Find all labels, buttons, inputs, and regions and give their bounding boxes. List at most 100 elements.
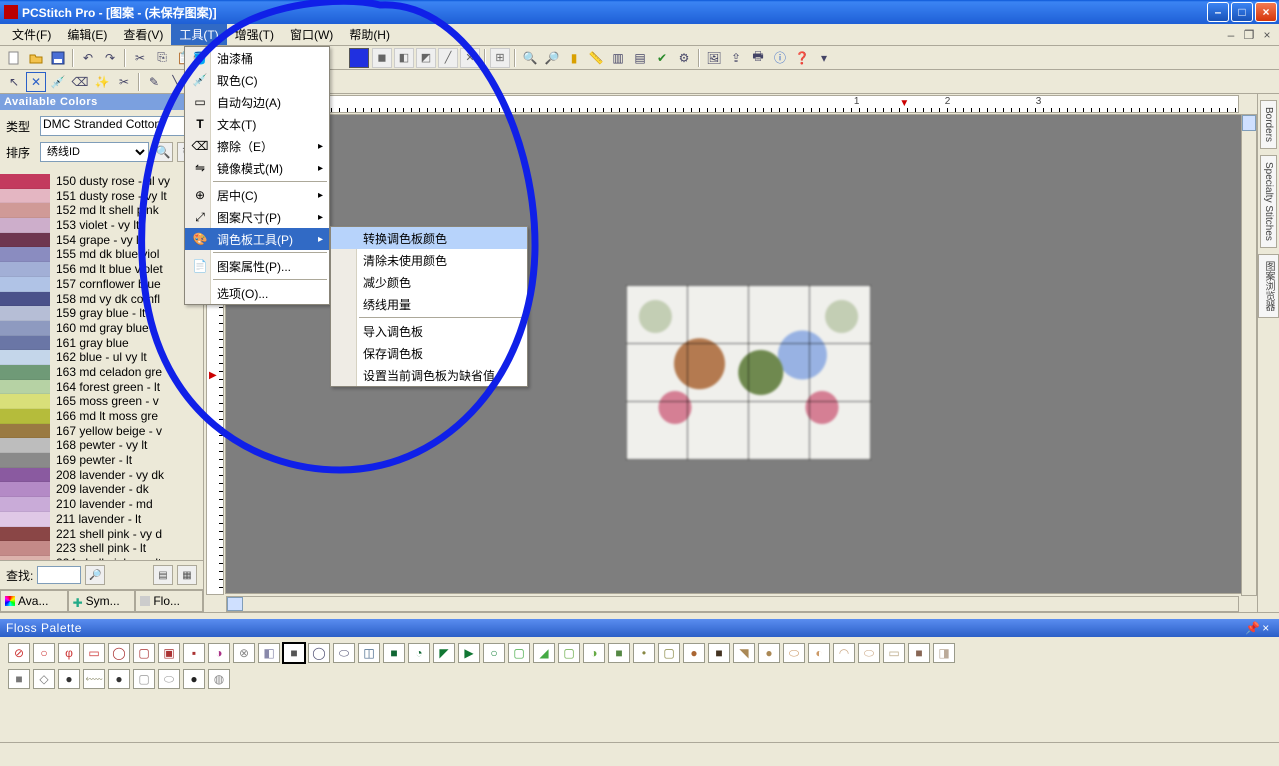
color-list-row[interactable]: 154 grape - vy lt xyxy=(50,233,203,248)
floss-cell[interactable]: ◫ xyxy=(358,643,380,663)
color-swatch[interactable] xyxy=(0,497,50,512)
floss-cell[interactable]: ◤ xyxy=(433,643,455,663)
floss-cell[interactable]: ▢ xyxy=(558,643,580,663)
menu-pick-color[interactable]: 💉取色(C) xyxy=(185,69,329,91)
color-list-row[interactable]: 152 md lt shell pink xyxy=(50,203,203,218)
floss-cell[interactable]: ⊘ xyxy=(8,643,30,663)
tab-available[interactable]: Ava... xyxy=(0,590,68,612)
menu-palette-tools[interactable]: 🎨调色板工具(P)▸ xyxy=(185,228,329,250)
rtab-specialty[interactable]: Specialty Stitches xyxy=(1260,155,1277,248)
menu-options[interactable]: 选项(O)... xyxy=(185,282,329,304)
floss-cell[interactable]: ◧ xyxy=(258,643,280,663)
stitch-back-icon[interactable]: ╱ xyxy=(438,48,458,68)
floss-cell[interactable]: ▶ xyxy=(458,643,480,663)
draw-tool[interactable]: ✕ xyxy=(26,72,46,92)
floss-cell[interactable]: ⬳ xyxy=(83,669,105,689)
magic-wand-tool[interactable]: ✨ xyxy=(92,72,112,92)
submenu-clear[interactable]: 清除未使用颜色 xyxy=(331,249,527,271)
eyedropper-tool[interactable]: 💉 xyxy=(48,72,68,92)
floss-cell[interactable]: ● xyxy=(58,669,80,689)
color-list-row[interactable]: 159 gray blue - lt xyxy=(50,306,203,321)
color-swatch[interactable] xyxy=(0,468,50,483)
floss-cell[interactable]: ▢ xyxy=(133,643,155,663)
color-swatch[interactable] xyxy=(0,247,50,262)
submenu-default[interactable]: 设置当前调色板为缺省值 xyxy=(331,364,527,386)
tab-floss[interactable]: Flo... xyxy=(135,590,203,612)
color-list-row[interactable]: 208 lavender - vy dk xyxy=(50,468,203,483)
mdi-minimize[interactable]: – xyxy=(1223,28,1239,42)
floss-cell[interactable]: ◠ xyxy=(833,643,855,663)
pencil-tool[interactable]: ✎ xyxy=(144,72,164,92)
color-swatch[interactable] xyxy=(0,174,50,189)
mdi-restore[interactable]: ❐ xyxy=(1241,28,1257,42)
submenu-usage[interactable]: 绣线用量 xyxy=(331,293,527,315)
floss-cell[interactable]: ⬭ xyxy=(333,643,355,663)
floss-cell[interactable]: ▢ xyxy=(658,643,680,663)
tool-a-button[interactable]: ⚙ xyxy=(674,48,694,68)
menu-text[interactable]: T文本(T) xyxy=(185,113,329,135)
floss-cell[interactable]: ■ xyxy=(383,643,405,663)
open-button[interactable] xyxy=(26,48,46,68)
stitch-half-icon[interactable]: ◧ xyxy=(394,48,414,68)
floss-cell[interactable]: ▢ xyxy=(508,643,530,663)
floss-cell[interactable]: ● xyxy=(683,643,705,663)
floss-cell[interactable]: ◥ xyxy=(733,643,755,663)
zoom-in-button[interactable]: 🔍 xyxy=(520,48,540,68)
floss-close-icon[interactable]: × xyxy=(1259,621,1273,635)
floss-cell[interactable]: ◯ xyxy=(108,643,130,663)
menu-mirror[interactable]: ⇋镜像模式(M)▸ xyxy=(185,157,329,179)
floss-cell[interactable]: φ xyxy=(58,643,80,663)
info-button[interactable]: ⓘ xyxy=(770,48,790,68)
floss-cell[interactable]: ■ xyxy=(608,643,630,663)
color-swatch[interactable] xyxy=(0,394,50,409)
cut-button[interactable]: ✂ xyxy=(130,48,150,68)
floss-cell[interactable]: ◯ xyxy=(308,643,330,663)
floss-cell[interactable]: ● xyxy=(758,643,780,663)
color-list-row[interactable]: 163 md celadon gre xyxy=(50,365,203,380)
stitch-cross-icon[interactable]: ✕ xyxy=(460,48,480,68)
rtab-borders[interactable]: Borders xyxy=(1260,100,1277,149)
color-swatch[interactable] xyxy=(0,218,50,233)
floss-cell[interactable]: ○ xyxy=(33,643,55,663)
floss-cell[interactable]: ▭ xyxy=(83,643,105,663)
color-swatch[interactable] xyxy=(0,512,50,527)
color-swatch[interactable] xyxy=(0,409,50,424)
floss-cell[interactable]: ⬭ xyxy=(858,643,880,663)
floss-cell[interactable]: ■ xyxy=(908,643,930,663)
floss-cell[interactable]: ⊗ xyxy=(233,643,255,663)
menu-erase[interactable]: ⌫擦除（E）▸ xyxy=(185,135,329,157)
menu-pattern-size[interactable]: ⤢图案尺寸(P)▸ xyxy=(185,206,329,228)
menu-edit[interactable]: 编辑(E) xyxy=(59,24,115,45)
menu-tools[interactable]: 工具(T) xyxy=(171,24,226,45)
workspace-vscrollbar[interactable] xyxy=(1241,114,1257,596)
floss-cell[interactable]: ◑ xyxy=(208,643,230,663)
floss-cell[interactable]: ■ xyxy=(708,643,730,663)
color-list-row[interactable]: 157 cornflower blue xyxy=(50,277,203,292)
save-button[interactable] xyxy=(48,48,68,68)
color-swatch[interactable] xyxy=(0,306,50,321)
dropdown-more-icon[interactable]: ▾ xyxy=(814,48,834,68)
copy-button[interactable]: ⎘ xyxy=(152,48,172,68)
color-list-row[interactable]: 164 forest green - lt xyxy=(50,380,203,395)
floss-cell[interactable]: ● xyxy=(183,669,205,689)
floss-cell[interactable]: ▪ xyxy=(183,643,205,663)
stitch-full-icon[interactable]: ◼ xyxy=(372,48,392,68)
mdi-close[interactable]: × xyxy=(1259,28,1275,42)
find-input[interactable] xyxy=(37,566,81,584)
floss-cell[interactable]: ▭ xyxy=(883,643,905,663)
color-swatch[interactable] xyxy=(0,365,50,380)
menu-file[interactable]: 文件(F) xyxy=(4,24,59,45)
color-list-row[interactable]: 150 dusty rose - ul vy xyxy=(50,174,203,189)
redo-button[interactable]: ↷ xyxy=(100,48,120,68)
floss-cell[interactable]: ▣ xyxy=(158,643,180,663)
color-list-row[interactable]: 153 violet - vy lt xyxy=(50,218,203,233)
color-list-row[interactable]: 168 pewter - vy lt xyxy=(50,438,203,453)
color-swatch[interactable] xyxy=(0,292,50,307)
submenu-reduce[interactable]: 减少颜色 xyxy=(331,271,527,293)
help-button[interactable]: ❓ xyxy=(792,48,812,68)
menu-view[interactable]: 查看(V) xyxy=(115,24,171,45)
floss-cell[interactable]: ⬭ xyxy=(783,643,805,663)
color-list-row[interactable]: 160 md gray blue xyxy=(50,321,203,336)
stitch-quarter-icon[interactable]: ◩ xyxy=(416,48,436,68)
floss-cell[interactable]: ⬭ xyxy=(158,669,180,689)
